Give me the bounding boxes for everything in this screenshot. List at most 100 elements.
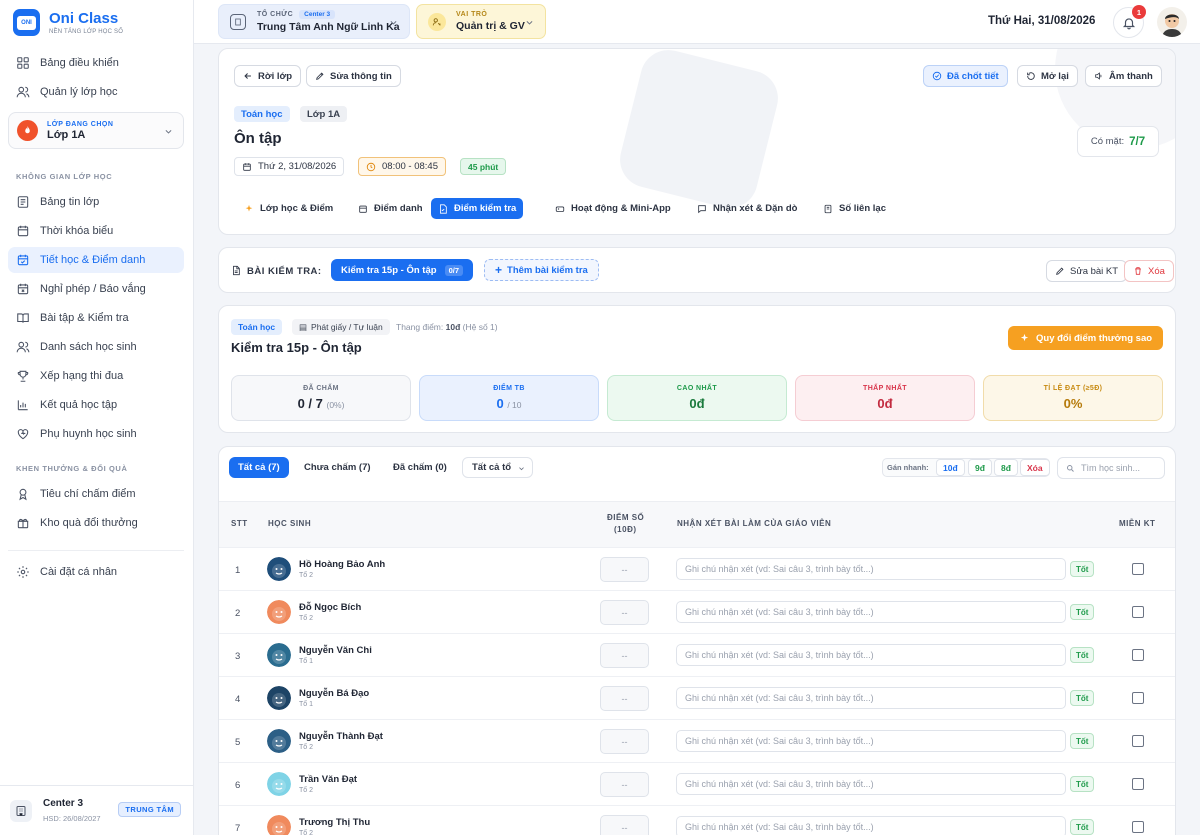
quick-assign-1[interactable]: 9đ [968,459,992,476]
reopen-button[interactable]: Mở lại [1017,65,1078,87]
rotate-icon [1027,72,1035,80]
filter-ungraded[interactable]: Chưa chấm (7) [295,457,380,478]
sidebar-item-class-4[interactable]: Bài tập & Kiểm tra [8,305,184,331]
exempt-checkbox[interactable] [1132,649,1144,661]
row-stt: 5 [235,737,241,748]
tab-label: Điểm kiểm tra [454,203,517,214]
sidebar-item-label: Danh sách học sinh [40,341,137,353]
convert-points-button[interactable]: Quy đổi điểm thưởng sao [1008,326,1164,350]
search-input[interactable]: Tìm học sinh... [1057,457,1165,479]
score-input[interactable]: -- [600,643,649,668]
tab-2[interactable]: Điểm kiểm tra [431,198,524,219]
test-chip-current[interactable]: Kiểm tra 15p - Ôn tập 0/7 [331,259,473,281]
good-button[interactable]: Tốt [1070,690,1095,706]
student-avatar [267,557,291,581]
test-subject-tag: Toán học [231,319,283,335]
sidebar-item-reward-1[interactable]: Kho quà đổi thưởng [8,510,184,536]
sidebar-item-class-7[interactable]: Kết quả học tập [8,392,184,418]
tab-3[interactable]: Hoạt động & Mini-App [548,198,678,219]
good-button[interactable]: Tốt [1070,647,1095,663]
lesson-card: Rời lớp Sửa thông tin Đã chốt tiết Mở lạ… [218,48,1176,235]
comment-input[interactable]: Ghi chú nhận xét (vd: Sai câu 3, trình b… [676,601,1066,623]
users-icon [16,341,30,353]
row-stt: 3 [235,651,241,662]
notification-button[interactable]: 1 [1113,5,1146,38]
duration-badge: 45 phút [460,158,507,175]
edit-info-button[interactable]: Sửa thông tin [306,65,401,87]
sidebar-item-bottom-0[interactable]: Cài đặt cá nhân [8,559,184,585]
org-selector[interactable]: TỔ CHỨC Center 3 Trung Tâm Anh Ngữ Linh … [218,4,410,39]
brand[interactable]: ONI Oni Class NỀN TẢNG LỚP HỌC SỐ [13,9,123,36]
comment-input[interactable]: Ghi chú nhận xét (vd: Sai câu 3, trình b… [676,816,1066,835]
th-stt: STT [231,519,248,528]
exempt-checkbox[interactable] [1132,778,1144,790]
good-button[interactable]: Tốt [1070,561,1095,577]
quick-assign-3[interactable]: Xóa [1020,459,1050,476]
sidebar-item-class-6[interactable]: Xếp hạng thi đua [8,363,184,389]
sidebar-item-class-5[interactable]: Danh sách học sinh [8,334,184,360]
tab-4[interactable]: Nhận xét & Dặn dò [690,198,804,219]
role-selector[interactable]: VAI TRÒ Quản trị & GV [416,4,546,39]
comment-input[interactable]: Ghi chú nhận xét (vd: Sai câu 3, trình b… [676,773,1066,795]
filter-graded[interactable]: Đã chấm (0) [384,457,456,478]
score-input[interactable]: -- [600,815,649,835]
class-selector[interactable]: LỚP ĐANG CHỌN Lớp 1A [8,112,184,149]
score-input[interactable]: -- [600,686,649,711]
lesson-date: Thứ 2, 31/08/2026 [234,157,345,176]
score-input[interactable]: -- [600,729,649,754]
quick-assign-0[interactable]: 10đ [936,459,965,476]
sidebar-item-class-0[interactable]: Bảng tin lớp [8,189,184,215]
good-button[interactable]: Tốt [1070,776,1095,792]
score-input[interactable]: -- [600,772,649,797]
exempt-checkbox[interactable] [1132,606,1144,618]
group-select[interactable]: Tất cả tổ [462,457,533,478]
score-input[interactable]: -- [600,557,649,582]
grades-card: Tất cả (7) Chưa chấm (7) Đã chấm (0) Tất… [218,446,1176,835]
tab-1[interactable]: Điểm danh [351,198,430,219]
good-button[interactable]: Tốt [1070,819,1095,835]
comment-input[interactable]: Ghi chú nhận xét (vd: Sai câu 3, trình b… [676,644,1066,666]
test-type-tag: ▤ Phát giấy / Tự luận [292,319,390,335]
add-test-button[interactable]: + Thêm bài kiểm tra [484,259,599,281]
exempt-checkbox[interactable] [1132,563,1144,575]
present-value: 7/7 [1129,135,1146,148]
comment-input[interactable]: Ghi chú nhận xét (vd: Sai câu 3, trình b… [676,558,1066,580]
lesson-date-text: Thứ 2, 31/08/2026 [258,161,337,172]
brand-subtitle: NỀN TẢNG LỚP HỌC SỐ [49,28,124,35]
gear-icon [17,566,29,578]
student-avatar [267,686,291,710]
sidebar-footer[interactable]: Center 3 HSD: 26/08/2027 TRUNG TÂM [0,785,193,835]
tests-bar: BÀI KIỂM TRA: Kiểm tra 15p - Ôn tập 0/7 … [218,247,1176,293]
convert-label: Quy đổi điểm thưởng sao [1036,332,1153,344]
comment-input[interactable]: Ghi chú nhận xét (vd: Sai câu 3, trình b… [676,730,1066,752]
back-button[interactable]: Rời lớp [234,65,302,87]
sidebar-item-reward-0[interactable]: Tiêu chí chấm điểm [8,481,184,507]
fire-icon [17,120,38,141]
bar-chart-icon [17,400,28,411]
good-button[interactable]: Tốt [1070,733,1095,749]
comment-input[interactable]: Ghi chú nhận xét (vd: Sai câu 3, trình b… [676,687,1066,709]
sidebar-item-class-1[interactable]: Thời khóa biểu [8,218,184,244]
exempt-checkbox[interactable] [1132,692,1144,704]
quick-assign-2[interactable]: 8đ [994,459,1018,476]
filter-all[interactable]: Tất cả (7) [229,457,289,478]
edit-test-button[interactable]: Sửa bài KT [1046,260,1128,282]
sidebar-item-top-1[interactable]: Quản lý lớp học [8,79,184,105]
stat-4: TỈ LỆ ĐẠT (≥5Đ) 0% [983,375,1163,421]
sidebar-item-top-0[interactable]: Bảng điều khiển [8,50,184,76]
avatar[interactable] [1157,7,1187,37]
finalized-button[interactable]: Đã chốt tiết [923,65,1008,87]
exempt-checkbox[interactable] [1132,821,1144,833]
sidebar-item-class-2[interactable]: Tiết học & Điểm danh [8,247,184,273]
delete-test-button[interactable]: Xóa [1124,260,1174,282]
good-button[interactable]: Tốt [1070,604,1095,620]
exempt-checkbox[interactable] [1132,735,1144,747]
sidebar-item-class-8[interactable]: Phụ huynh học sinh [8,421,184,447]
row-stt: 4 [235,694,241,705]
sidebar-item-class-3[interactable]: Nghỉ phép / Báo vắng [8,276,184,302]
score-input[interactable]: -- [600,600,649,625]
calendar-icon [17,225,29,237]
tab-0[interactable]: Lớp học & Điểm [237,198,340,219]
tab-5[interactable]: Số liên lạc [816,198,893,219]
sound-button[interactable]: Âm thanh [1085,65,1162,87]
